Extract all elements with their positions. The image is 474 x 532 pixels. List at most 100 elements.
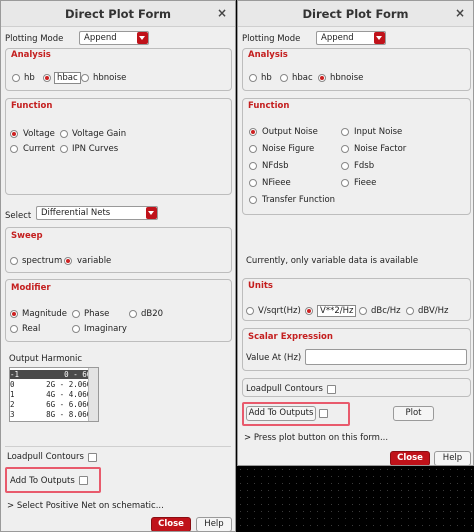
right-value-at-label: Value At (Hz) [246, 353, 302, 363]
left-direct-plot-window: Direct Plot Form × Plotting Mode Append … [0, 0, 236, 532]
left-window-close-icon[interactable]: × [217, 6, 227, 20]
left-label-hbnoise: hbnoise [93, 73, 127, 83]
left-plotting-mode-select[interactable]: Append [79, 31, 149, 45]
list-item[interactable]: 2 6G - 6.06G [10, 400, 91, 409]
chevron-down-icon [146, 207, 157, 219]
right-radio-fdsb[interactable] [341, 162, 349, 170]
right-plot-button[interactable]: Plot [393, 406, 434, 421]
right-analysis-group: Analysis hb hbac hbnoise [242, 48, 471, 91]
right-radio-noise-figure[interactable] [249, 145, 257, 153]
right-plotting-mode-select[interactable]: Append [316, 31, 386, 45]
right-title-bar[interactable]: Direct Plot Form × [238, 1, 473, 27]
right-loadpull-checkbox[interactable] [327, 385, 336, 394]
left-status-text: > Select Positive Net on schematic... [7, 501, 164, 511]
left-radio-imaginary[interactable] [72, 325, 80, 333]
right-radio-hbac[interactable] [280, 74, 288, 82]
left-analysis-group: Analysis hb hbac hbnoise [5, 48, 232, 91]
list-item[interactable]: 3 8G - 8.06G [10, 410, 91, 419]
left-loadpull-checkbox[interactable] [88, 453, 97, 462]
right-radio-transfer-function[interactable] [249, 196, 257, 204]
left-label-imaginary: Imaginary [84, 324, 127, 334]
right-direct-plot-window: Direct Plot Form × Plotting Mode Append … [237, 0, 474, 466]
right-help-button[interactable]: Help [434, 451, 471, 465]
left-modifier-title: Modifier [11, 283, 51, 293]
left-radio-hbac[interactable] [43, 74, 51, 82]
right-close-button[interactable]: Close [390, 451, 430, 465]
left-add-to-outputs-checkbox[interactable] [79, 476, 88, 485]
left-sweep-title: Sweep [11, 231, 43, 241]
right-label-output-noise: Output Noise [262, 127, 318, 137]
right-function-group: Function Output Noise Input Noise Noise … [242, 98, 471, 215]
chevron-down-icon [374, 32, 385, 44]
left-select-value: Differential Nets [41, 208, 111, 218]
right-radio-dbc-hz[interactable] [359, 307, 367, 315]
right-radio-v2-hz[interactable] [305, 307, 313, 315]
left-radio-spectrum[interactable] [10, 257, 18, 265]
left-label-variable: variable [77, 256, 112, 266]
left-function-title: Function [11, 101, 53, 111]
right-scalar-title: Scalar Expression [248, 332, 333, 342]
left-plotting-mode-value: Append [84, 33, 117, 43]
left-label-magnitude: Magnitude [22, 309, 68, 319]
left-add-to-outputs-label: Add To Outputs [10, 476, 75, 486]
left-radio-variable[interactable] [64, 257, 72, 265]
right-radio-nfdsb[interactable] [249, 162, 257, 170]
right-loadpull-group: Loadpull Contours [242, 378, 471, 397]
left-radio-magnitude[interactable] [10, 310, 18, 318]
right-label-nfieee: NFieee [262, 178, 291, 188]
right-status-text: > Press plot button on this form... [244, 433, 389, 443]
right-scalar-group: Scalar Expression Value At (Hz) [242, 328, 471, 371]
right-label-hbnoise: hbnoise [330, 73, 364, 83]
left-close-button[interactable]: Close [151, 517, 191, 531]
right-label-input-noise: Input Noise [354, 127, 403, 137]
right-window-close-icon[interactable]: × [455, 6, 465, 20]
right-value-at-input[interactable] [305, 349, 467, 365]
right-radio-hb[interactable] [249, 74, 257, 82]
left-radio-db20[interactable] [129, 310, 137, 318]
right-loadpull-label: Loadpull Contours [246, 384, 323, 394]
left-label-voltage-gain: Voltage Gain [72, 129, 127, 139]
right-label-fdsb: Fdsb [354, 161, 375, 171]
right-label-transfer-function: Transfer Function [262, 195, 336, 205]
right-radio-hbnoise[interactable] [318, 74, 326, 82]
left-label-db20: dB20 [141, 309, 164, 319]
left-radio-hb[interactable] [12, 74, 20, 82]
right-label-dbc-hz: dBc/Hz [371, 306, 401, 316]
right-function-title: Function [248, 101, 290, 111]
left-output-harmonic-list[interactable]: -1 0 - 60M 0 2G - 2.06G 1 4G - 4.06G 2 6… [9, 367, 99, 422]
right-radio-nfieee[interactable] [249, 179, 257, 187]
left-select-label: Select [5, 211, 32, 221]
right-add-to-outputs-checkbox[interactable] [319, 409, 328, 418]
left-radio-hbnoise[interactable] [81, 74, 89, 82]
right-radio-fieee[interactable] [341, 179, 349, 187]
left-radio-ipn-curves[interactable] [60, 145, 68, 153]
left-radio-current[interactable] [10, 145, 18, 153]
left-radio-phase[interactable] [72, 310, 80, 318]
list-item[interactable]: 1 4G - 4.06G [10, 390, 91, 399]
left-label-spectrum: spectrum [22, 256, 63, 266]
left-help-button[interactable]: Help [196, 517, 232, 531]
right-add-to-outputs-button[interactable]: Add To Outputs [246, 406, 316, 421]
left-output-harmonic-label: Output Harmonic [9, 354, 83, 364]
right-plotting-mode-label: Plotting Mode [242, 34, 301, 44]
harmonic-list-scrollbar[interactable] [88, 368, 98, 421]
left-radio-voltage-gain[interactable] [60, 130, 68, 138]
chevron-down-icon [137, 32, 148, 44]
left-title-bar[interactable]: Direct Plot Form × [1, 1, 235, 27]
right-label-hbac: hbac [292, 73, 313, 83]
right-units-group: Units V/sqrt(Hz) V**2/Hz dBc/Hz dBV/Hz [242, 278, 471, 321]
left-radio-voltage[interactable] [10, 130, 18, 138]
right-radio-dbv-hz[interactable] [406, 307, 414, 315]
right-label-noise-factor: Noise Factor [354, 144, 407, 154]
right-radio-v-sqrt-hz[interactable] [246, 307, 254, 315]
right-radio-input-noise[interactable] [341, 128, 349, 136]
right-radio-output-noise[interactable] [249, 128, 257, 136]
left-radio-real[interactable] [10, 325, 18, 333]
right-label-dbv-hz: dBV/Hz [418, 306, 449, 316]
left-label-voltage: Voltage [23, 129, 55, 139]
list-item[interactable]: 0 2G - 2.06G [10, 380, 91, 389]
left-select-dropdown[interactable]: Differential Nets [36, 206, 158, 220]
list-item[interactable]: -1 0 - 60M [10, 370, 96, 379]
right-radio-noise-factor[interactable] [341, 145, 349, 153]
left-label-phase: Phase [84, 309, 110, 319]
